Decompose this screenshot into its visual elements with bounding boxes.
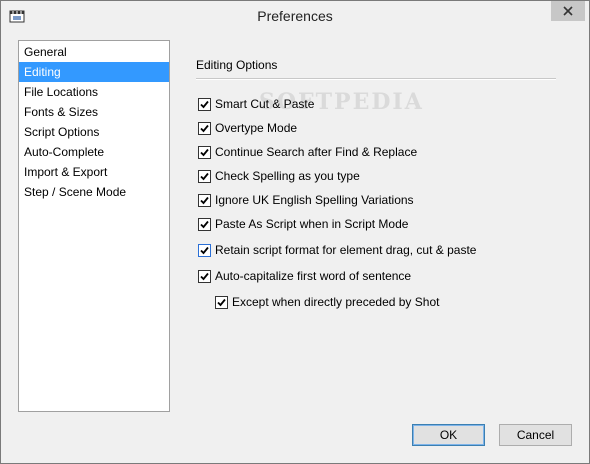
checkmark-icon — [200, 272, 209, 280]
option-check-spelling[interactable]: Check Spelling as you type — [198, 169, 360, 183]
preferences-window: Preferences General Editing File Locatio… — [0, 0, 590, 464]
nav-item-import-export[interactable]: Import & Export — [19, 162, 169, 182]
option-label: Ignore UK English Spelling Variations — [215, 193, 414, 207]
ok-button[interactable]: OK — [412, 424, 485, 446]
nav-item-general[interactable]: General — [19, 42, 169, 62]
window-title: Preferences — [257, 8, 333, 24]
section-divider — [196, 78, 556, 80]
checkmark-icon — [200, 196, 209, 204]
option-label: Auto-capitalize first word of sentence — [215, 269, 412, 283]
checkmark-icon — [200, 100, 209, 108]
option-except-shot[interactable]: Except when directly preceded by Shot — [215, 295, 439, 309]
close-icon — [563, 6, 573, 16]
option-continue-search[interactable]: Continue Search after Find & Replace — [198, 145, 417, 159]
checkbox[interactable] — [198, 145, 211, 159]
option-label: Smart Cut & Paste — [215, 97, 315, 111]
option-retain-script-format[interactable]: Retain script format for element drag, c… — [198, 243, 476, 257]
nav-item-editing[interactable]: Editing — [19, 62, 169, 82]
checkmark-icon — [217, 298, 226, 306]
category-list[interactable]: General Editing File Locations Fonts & S… — [18, 40, 170, 412]
title-bar: Preferences — [1, 1, 589, 31]
option-label: Retain script format for element drag, c… — [215, 243, 477, 257]
section-header: Editing Options — [196, 58, 278, 72]
option-label: Except when directly preceded by Shot — [232, 295, 440, 309]
checkbox[interactable] — [198, 217, 211, 231]
nav-item-file-locations[interactable]: File Locations — [19, 82, 169, 102]
checkmark-icon — [200, 246, 209, 254]
nav-item-step-scene-mode[interactable]: Step / Scene Mode — [19, 182, 169, 202]
option-label: Continue Search after Find & Replace — [215, 145, 418, 159]
option-ignore-uk-spelling[interactable]: Ignore UK English Spelling Variations — [198, 193, 414, 207]
option-label: Check Spelling as you type — [215, 169, 360, 183]
checkmark-icon — [200, 220, 209, 228]
nav-item-script-options[interactable]: Script Options — [19, 122, 169, 142]
option-label: Paste As Script when in Script Mode — [215, 217, 409, 231]
option-overtype-mode[interactable]: Overtype Mode — [198, 121, 297, 135]
checkbox[interactable] — [198, 269, 211, 283]
checkbox[interactable] — [198, 193, 211, 207]
nav-item-fonts-sizes[interactable]: Fonts & Sizes — [19, 102, 169, 122]
checkbox[interactable] — [198, 97, 211, 111]
option-label: Overtype Mode — [215, 121, 298, 135]
nav-item-auto-complete[interactable]: Auto-Complete — [19, 142, 169, 162]
option-smart-cut-paste[interactable]: Smart Cut & Paste — [198, 97, 314, 111]
checkmark-icon — [200, 172, 209, 180]
checkbox[interactable] — [198, 169, 211, 183]
checkbox[interactable] — [198, 243, 211, 257]
checkbox[interactable] — [198, 121, 211, 135]
option-auto-capitalize[interactable]: Auto-capitalize first word of sentence — [198, 269, 411, 283]
checkbox[interactable] — [215, 295, 228, 309]
cancel-button[interactable]: Cancel — [499, 424, 572, 446]
checkmark-icon — [200, 124, 209, 132]
checkmark-icon — [200, 148, 209, 156]
close-button[interactable] — [551, 1, 585, 21]
option-paste-as-script[interactable]: Paste As Script when in Script Mode — [198, 217, 408, 231]
